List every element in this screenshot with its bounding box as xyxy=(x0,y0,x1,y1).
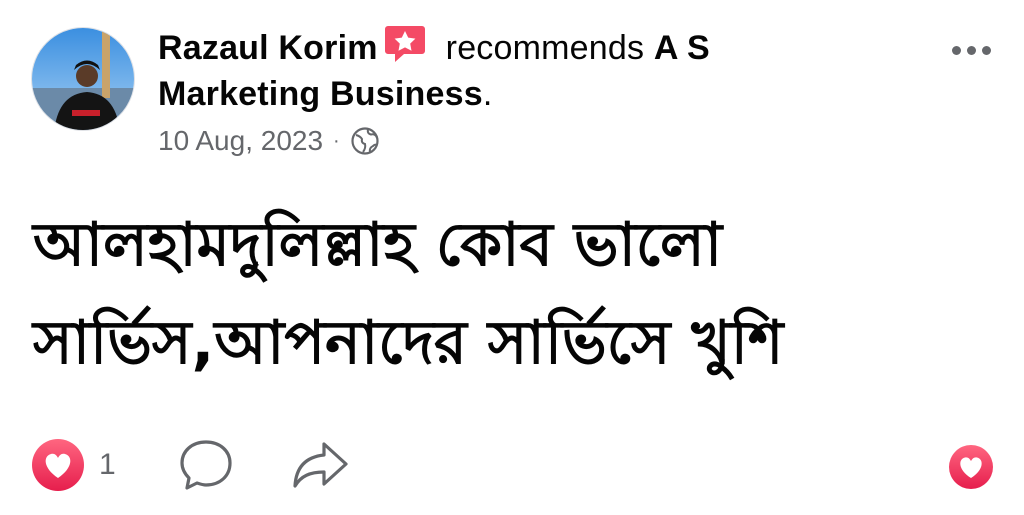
post-header: Razaul Korim recommends A S Marketing Bu… xyxy=(158,24,918,161)
comment-icon[interactable] xyxy=(178,438,234,492)
avatar[interactable] xyxy=(31,27,135,131)
post-body-line: সার্ভিস,আপনাদের সার্ভিসে খুশি xyxy=(33,308,784,378)
post-body: আলহামদুলিল্লাহ কোব ভালো সার্ভিস,আপনাদের … xyxy=(33,196,993,392)
love-react-icon xyxy=(32,439,84,491)
avatar-photo xyxy=(32,28,134,130)
globe-icon xyxy=(351,127,379,155)
recommend-star-icon xyxy=(384,26,425,62)
author-name[interactable]: Razaul Korim xyxy=(158,29,378,67)
recommends-text: recommends xyxy=(445,29,645,67)
dot xyxy=(966,45,976,55)
dot xyxy=(981,45,991,55)
period: . xyxy=(482,75,493,113)
meta-separator: · xyxy=(333,130,340,152)
business-name-part1[interactable]: A S xyxy=(654,29,710,67)
more-options-icon[interactable] xyxy=(948,38,994,62)
reaction-count: 1 xyxy=(99,448,116,481)
post-body-line: আলহামদুলিল্লাহ কোব ভালো xyxy=(33,210,723,280)
post-meta: 10 Aug, 2023 · xyxy=(158,121,918,161)
share-icon[interactable] xyxy=(290,438,350,492)
business-name-part2[interactable]: Marketing Business xyxy=(158,75,483,113)
dot xyxy=(951,45,961,55)
post-date[interactable]: 10 Aug, 2023 xyxy=(158,121,323,161)
reaction-summary[interactable]: 1 xyxy=(31,438,116,492)
love-react-button-icon[interactable] xyxy=(948,444,994,490)
